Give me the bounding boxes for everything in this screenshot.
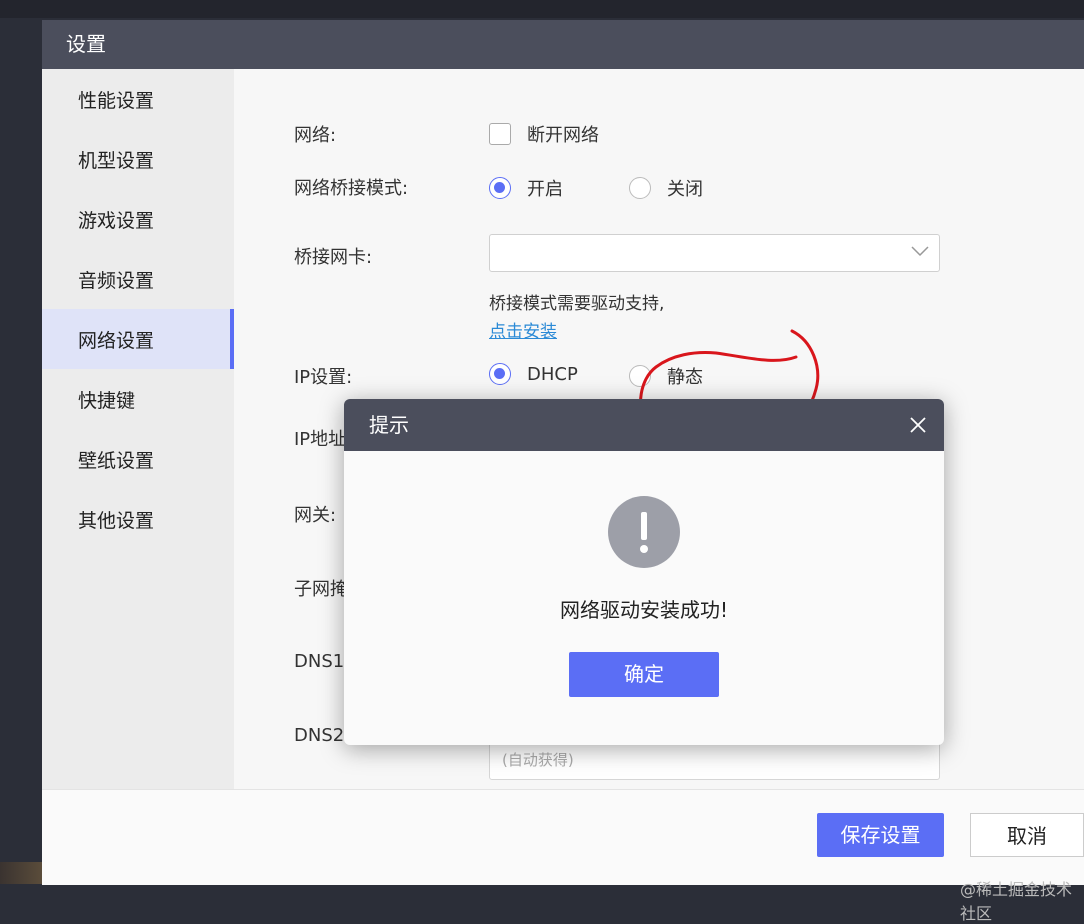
ok-button[interactable]: 确定 xyxy=(569,652,719,697)
settings-sidebar: 性能设置 机型设置 游戏设置 音频设置 网络设置 快捷键 壁纸设置 其他设置 xyxy=(42,69,234,789)
dialog-title: 提示 xyxy=(369,413,409,437)
cancel-button[interactable]: 取消 xyxy=(970,813,1084,857)
ip-static-radio[interactable]: 静态 xyxy=(629,363,703,389)
network-label: 网络: xyxy=(294,125,337,146)
sidebar-item-shortcuts[interactable]: 快捷键 xyxy=(42,369,234,429)
install-driver-link[interactable]: 点击安装 xyxy=(489,317,557,342)
ip-static-label: 静态 xyxy=(667,367,703,388)
desktop-background xyxy=(0,0,1084,18)
dns2-input[interactable]: (自动获得) xyxy=(489,740,940,780)
subnet-label: 子网掩 xyxy=(294,579,348,600)
ip-dhcp-label: DHCP xyxy=(527,363,578,385)
checkbox-box[interactable] xyxy=(489,123,511,145)
ip-settings-label: IP设置: xyxy=(294,367,353,388)
exclamation-icon xyxy=(608,496,680,568)
bridge-nic-label: 桥接网卡: xyxy=(294,247,373,268)
bridge-on-label: 开启 xyxy=(527,179,563,200)
save-settings-button[interactable]: 保存设置 xyxy=(817,813,944,857)
dns1-label: DNS1 xyxy=(294,651,345,672)
ip-dhcp-radio[interactable]: DHCP xyxy=(489,363,578,385)
dialog-title-bar: 提示 xyxy=(344,399,944,451)
bridge-nic-select[interactable] xyxy=(489,234,940,272)
chevron-down-icon[interactable] xyxy=(911,245,929,257)
alert-dialog: 提示 网络驱动安装成功! 确定 xyxy=(344,399,944,745)
radio-unselected-icon[interactable] xyxy=(629,365,651,387)
bridge-mode-label: 网络桥接模式: xyxy=(294,178,409,199)
sidebar-item-other[interactable]: 其他设置 xyxy=(42,489,234,549)
radio-selected-icon[interactable] xyxy=(489,177,511,199)
gateway-label: 网关: xyxy=(294,505,337,526)
dns2-label: DNS2 xyxy=(294,725,345,746)
sidebar-item-performance[interactable]: 性能设置 xyxy=(42,69,234,129)
bridge-off-label: 关闭 xyxy=(667,179,703,200)
sidebar-item-game[interactable]: 游戏设置 xyxy=(42,189,234,249)
disconnect-network-checkbox[interactable]: 断开网络 xyxy=(489,121,599,147)
sidebar-item-device-model[interactable]: 机型设置 xyxy=(42,129,234,189)
watermark: @稀土掘金技术社区 xyxy=(960,880,1073,923)
sidebar-item-audio[interactable]: 音频设置 xyxy=(42,249,234,309)
bridge-off-radio[interactable]: 关闭 xyxy=(629,175,703,201)
ip-address-label: IP地址 xyxy=(294,429,347,450)
close-icon[interactable] xyxy=(908,415,928,435)
radio-selected-icon[interactable] xyxy=(489,363,511,385)
window-title: 设置 xyxy=(42,20,1084,69)
radio-unselected-icon[interactable] xyxy=(629,177,651,199)
driver-hint-text: 桥接模式需要驱动支持, xyxy=(489,294,665,314)
sidebar-item-network[interactable]: 网络设置 xyxy=(42,309,234,369)
dialog-message: 网络驱动安装成功! xyxy=(559,598,729,622)
sidebar-item-wallpaper[interactable]: 壁纸设置 xyxy=(42,429,234,489)
disconnect-network-label: 断开网络 xyxy=(527,125,599,146)
bridge-on-radio[interactable]: 开启 xyxy=(489,175,563,201)
